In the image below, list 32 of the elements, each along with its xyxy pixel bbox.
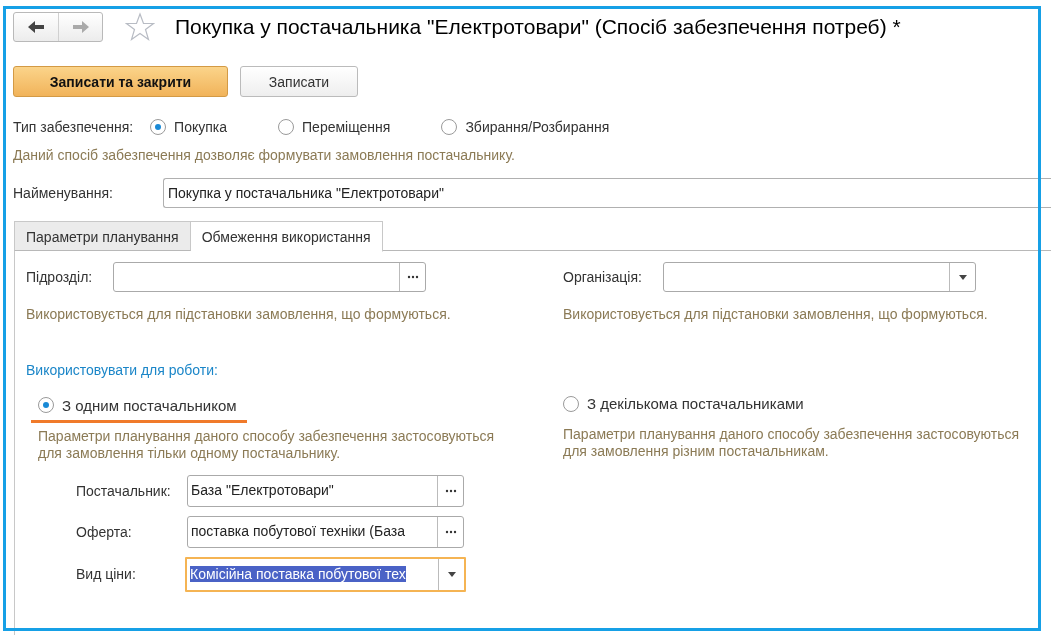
star-icon[interactable]: [125, 12, 155, 42]
radio-option[interactable]: З одним постачальником: [31, 396, 247, 423]
radio-option[interactable]: Покупка: [150, 119, 228, 135]
radio-option[interactable]: З декількома постачальниками: [563, 395, 804, 421]
input-field[interactable]: Комісійна поставка побутової тех: [185, 556, 466, 592]
hint-text: Параметри планування даного способу забезпечення застосовуються для замовлення тільки одному постачальнику.: [38, 427, 496, 462]
tab[interactable]: Параметри планування: [14, 221, 191, 251]
name-field[interactable]: Покупка у постачальника "Електротовари": [163, 178, 1051, 208]
save-and-close-button[interactable]: Записати та закрити: [13, 66, 228, 97]
hint-text: Використовується для підстановки замовлення, що формуються.: [563, 306, 989, 322]
supply-type-label: Тип забезпечення:: [13, 119, 134, 135]
input-field[interactable]: [113, 262, 426, 292]
input-field[interactable]: поставка побутової техніки (База: [187, 515, 464, 548]
field-label: Вид ціни:: [76, 566, 137, 582]
forward-arrow-icon: [71, 20, 90, 34]
back-arrow-icon: [27, 20, 45, 34]
radio-option[interactable]: Збирання/Розбирання: [441, 119, 610, 135]
save-button[interactable]: Записати: [240, 66, 358, 97]
hint-text: Даний спосіб забезпечення дозволяє формувати замовлення постачальнику.: [13, 147, 516, 163]
field-label: Підрозділ:: [26, 269, 94, 285]
name-label: Найменування:: [13, 185, 114, 201]
window-title: Покупка у постачальника "Електротовари" (Спосіб забезпечення потреб) *: [175, 15, 901, 39]
field-label: Постачальник:: [76, 482, 172, 499]
section-heading: Використовувати для роботи:: [26, 362, 219, 378]
field-label: Оферта:: [76, 523, 133, 540]
field-label: Організація:: [563, 269, 643, 285]
hint-text: Параметри планування даного способу забезпечення застосовуються для замовлення різним постачальникам.: [563, 426, 1021, 460]
hint-text: Використовується для підстановки замовлення, що формуються.: [26, 306, 452, 322]
tab[interactable]: Обмеження використання: [190, 221, 383, 252]
radio-option[interactable]: Переміщення: [278, 119, 391, 135]
input-field[interactable]: [663, 262, 976, 292]
input-field[interactable]: База "Електротовари": [187, 474, 464, 507]
